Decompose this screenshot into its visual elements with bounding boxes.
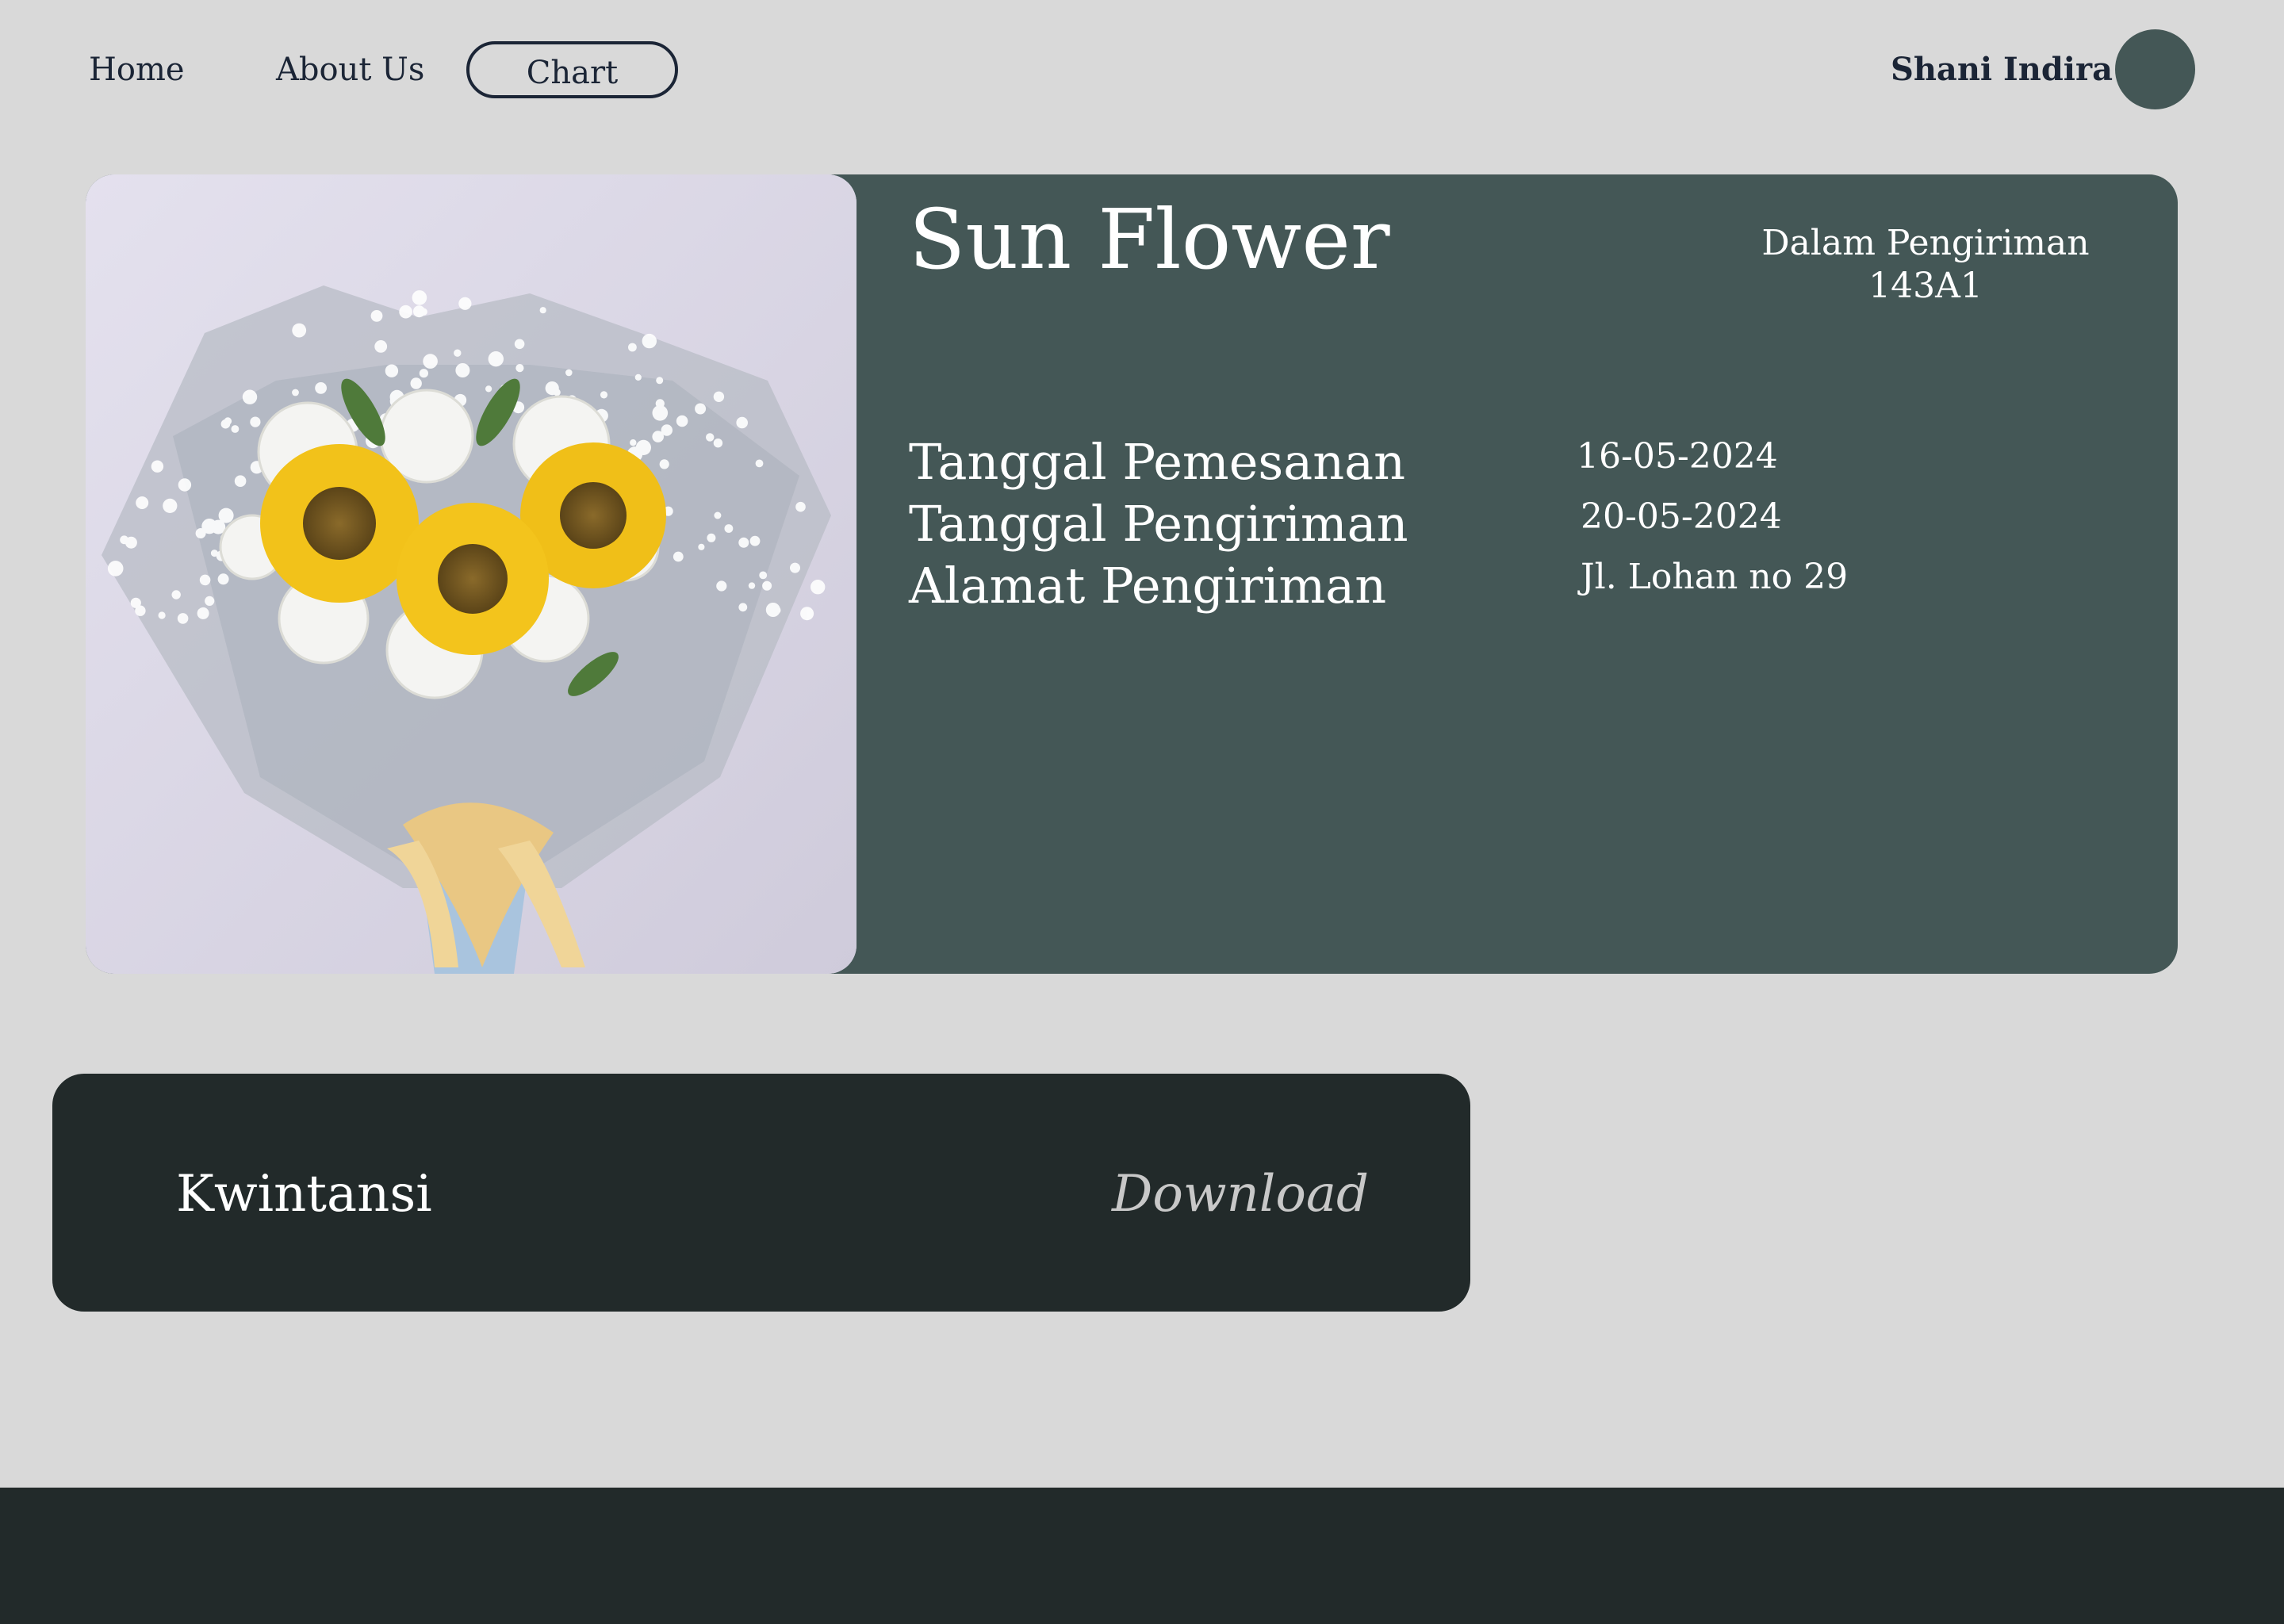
receipt-card: Kwintansi Download bbox=[52, 1074, 1470, 1312]
receipt-label: Kwintansi bbox=[176, 1165, 432, 1224]
user-avatar[interactable] bbox=[2115, 29, 2195, 109]
product-image bbox=[86, 174, 856, 974]
detail-label-order-date: Tanggal Pemesanan bbox=[909, 433, 1406, 491]
nav-home-link[interactable]: Home bbox=[89, 41, 185, 98]
detail-label-delivery-date: Tanggal Pengiriman bbox=[909, 495, 1408, 553]
order-status: Dalam Pengiriman bbox=[1761, 223, 2090, 263]
download-receipt-link[interactable]: Download bbox=[1112, 1162, 1369, 1226]
footer bbox=[0, 1488, 2284, 1624]
detail-value-delivery-address: Jl. Lohan no 29 bbox=[1581, 557, 1849, 597]
detail-label-delivery-address: Alamat Pengiriman bbox=[909, 557, 1387, 615]
detail-value-delivery-date: 20-05-2024 bbox=[1581, 496, 1782, 537]
order-code: 143A1 bbox=[1868, 266, 1983, 306]
user-name: Shani Indira bbox=[1890, 51, 2113, 88]
nav-about-link[interactable]: About Us bbox=[276, 41, 424, 98]
detail-value-order-date: 16-05-2024 bbox=[1577, 436, 1778, 477]
order-card: Sun Flower Dalam Pengiriman 143A1 Tangga… bbox=[86, 174, 2178, 974]
order-status-block: Dalam Pengiriman 143A1 bbox=[1751, 222, 2100, 308]
nav-chart-button[interactable]: Chart bbox=[466, 41, 678, 98]
product-title: Sun Flower bbox=[909, 191, 1390, 288]
